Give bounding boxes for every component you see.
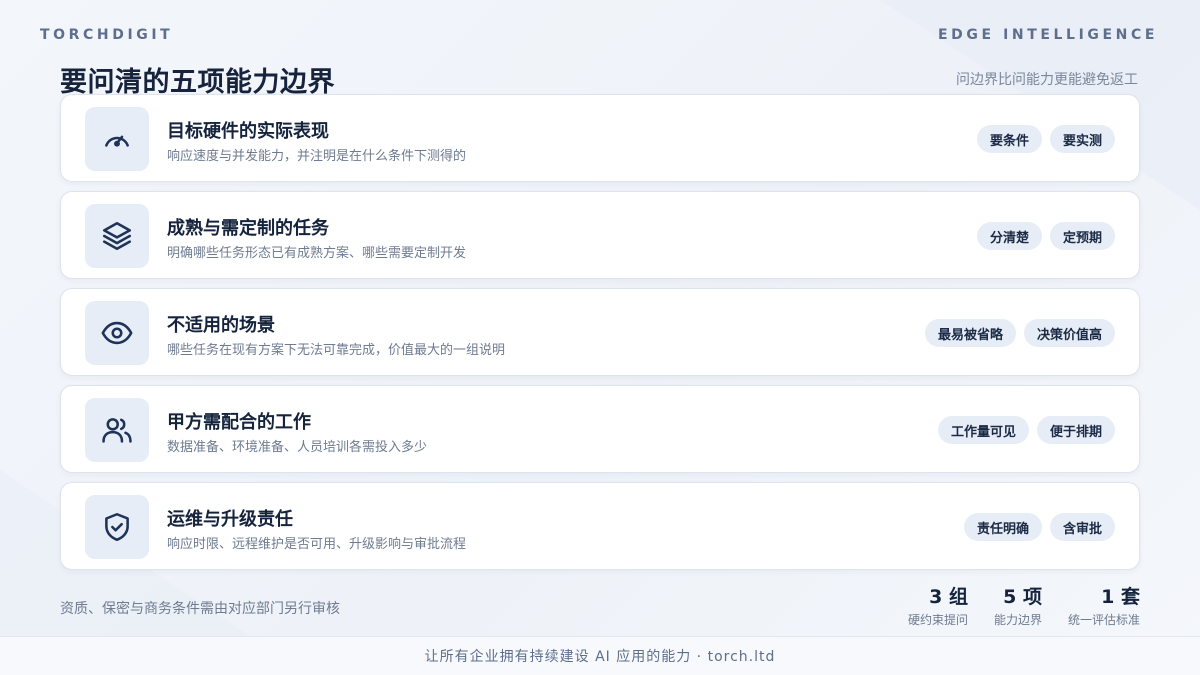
- layers-icon: [85, 204, 149, 268]
- tag-group: 分清楚 定预期: [976, 222, 1115, 250]
- footnote: 资质、保密与商务条件需由对应部门另行审核: [60, 601, 340, 617]
- tag: 工作量可见: [937, 416, 1029, 444]
- tag: 定预期: [1049, 222, 1115, 250]
- tag: 最易被省略: [924, 319, 1016, 347]
- brand-logo-text: TORCHDIGIT: [40, 27, 174, 43]
- footer-text: 让所有企业拥有持续建设 AI 应用的能力 · torch.ltd: [424, 649, 776, 665]
- tag: 便于排期: [1036, 416, 1115, 444]
- capability-card-maintenance: 运维与升级责任 响应时限、远程维护是否可用、升级影响与审批流程 责任明确 含审批: [60, 482, 1140, 570]
- page-subtitle: 问边界比问能力更能避免返工: [956, 72, 1138, 88]
- shield-check-icon: [85, 495, 149, 559]
- brand-tagline: EDGE INTELLIGENCE: [937, 27, 1158, 43]
- card-title: 目标硬件的实际表现: [167, 121, 329, 142]
- capability-card-tasks: 成熟与需定制的任务 明确哪些任务形态已有成熟方案、哪些需要定制开发 分清楚 定预…: [60, 191, 1140, 279]
- tag-group: 最易被省略 决策价值高: [924, 319, 1115, 347]
- card-title: 不适用的场景: [167, 315, 275, 336]
- tag: 含审批: [1049, 513, 1115, 541]
- capability-card-unsuitable: 不适用的场景 哪些任务在现有方案下无法可靠完成，价值最大的一组说明 最易被省略 …: [60, 288, 1140, 376]
- stat-item: 3 组 硬约束提问: [908, 585, 968, 628]
- card-title: 运维与升级责任: [167, 509, 293, 530]
- tag: 责任明确: [963, 513, 1042, 541]
- users-icon: [85, 398, 149, 462]
- capability-card-hardware: 目标硬件的实际表现 响应速度与并发能力，并注明是在什么条件下测得的 要条件 要实…: [60, 94, 1140, 182]
- tag: 分清楚: [976, 222, 1042, 250]
- summary-stats: 3 组 硬约束提问 5 项 能力边界 1 套 统一评估标准: [908, 585, 1140, 628]
- gauge-icon: [85, 107, 149, 171]
- card-description: 数据准备、环境准备、人员培训各需投入多少: [167, 440, 428, 455]
- card-description: 响应时限、远程维护是否可用、升级影响与审批流程: [167, 537, 467, 552]
- tag-group: 要条件 要实测: [976, 125, 1115, 153]
- stat-label: 统一评估标准: [1067, 613, 1140, 627]
- card-title: 甲方需配合的工作: [167, 412, 311, 433]
- stat-item: 5 项 能力边界: [994, 585, 1042, 628]
- tag: 决策价值高: [1023, 319, 1115, 347]
- card-title: 成熟与需定制的任务: [167, 218, 329, 239]
- tag-group: 工作量可见 便于排期: [937, 416, 1115, 444]
- card-description: 响应速度与并发能力，并注明是在什么条件下测得的: [167, 149, 467, 164]
- eye-icon: [85, 301, 149, 365]
- tag: 要实测: [1049, 125, 1115, 153]
- stat-label: 硬约束提问: [907, 613, 968, 627]
- stat-item: 1 套 统一评估标准: [1068, 585, 1140, 628]
- tag: 要条件: [976, 125, 1042, 153]
- stat-value: 1 套: [1101, 586, 1140, 608]
- tag-group: 责任明确 含审批: [963, 513, 1115, 541]
- stat-value: 3 组: [929, 586, 968, 608]
- card-description: 明确哪些任务形态已有成熟方案、哪些需要定制开发: [167, 246, 467, 261]
- stat-label: 能力边界: [993, 613, 1042, 627]
- card-description: 哪些任务在现有方案下无法可靠完成，价值最大的一组说明: [167, 343, 506, 358]
- footer-bar: 让所有企业拥有持续建设 AI 应用的能力 · torch.ltd: [0, 636, 1200, 675]
- capability-card-client-work: 甲方需配合的工作 数据准备、环境准备、人员培训各需投入多少 工作量可见 便于排期: [60, 385, 1140, 473]
- stat-value: 5 项: [1003, 586, 1042, 608]
